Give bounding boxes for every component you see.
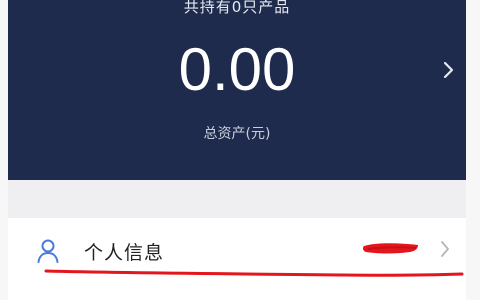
chevron-right-icon[interactable] [438, 239, 452, 259]
personal-info-row[interactable]: 个人信息 [8, 218, 466, 300]
user-icon [37, 239, 59, 263]
total-assets-value: 0.00 [178, 36, 296, 103]
red-underline-annotation [44, 269, 464, 277]
personal-info-label: 个人信息 [84, 242, 165, 264]
total-assets-label: 总资产(元) [203, 126, 271, 142]
asset-summary-card[interactable]: 共持有0只产品 0.00 总资产(元) [8, 0, 466, 180]
section-gap [8, 180, 466, 218]
redaction-scribble [362, 243, 418, 254]
left-margin [0, 0, 8, 300]
right-margin [466, 0, 480, 300]
holding-count-text: 共持有0只产品 [183, 0, 291, 16]
assets-screen: 共持有0只产品 0.00 总资产(元) 个人信息 [0, 0, 480, 300]
chevron-right-icon[interactable] [438, 58, 458, 82]
